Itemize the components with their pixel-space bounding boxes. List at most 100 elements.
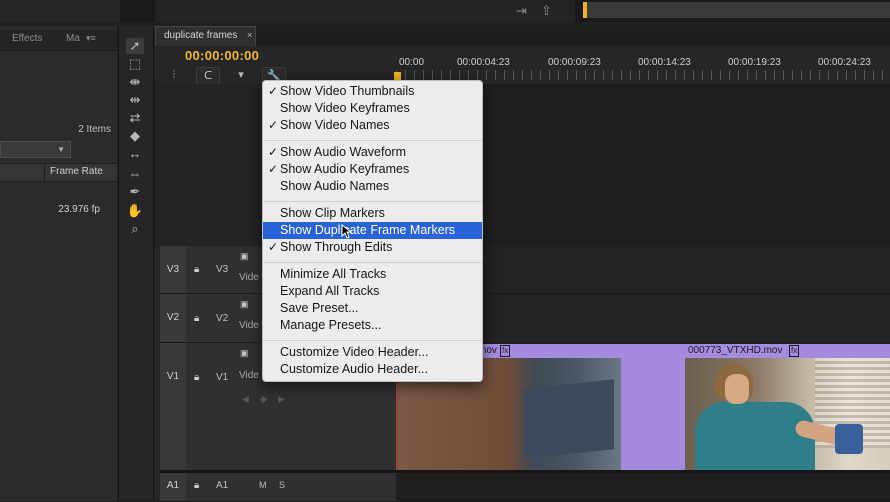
ruler-label: 00:00:04:23 <box>457 57 510 68</box>
source-patch-v3[interactable]: V3 <box>160 246 186 293</box>
ruler-label: 00:00:19:23 <box>728 57 781 68</box>
menu-separator <box>263 262 482 263</box>
menu-item-show-clip-markers[interactable]: Show Clip Markers <box>263 205 482 222</box>
timeline-display-settings-menu: ✓ Show Video Thumbnails Show Video Keyfra… <box>262 80 483 382</box>
track-name: A1 <box>216 480 229 491</box>
pen-tool-icon[interactable]: ✒ <box>126 184 144 200</box>
clip-2[interactable]: 000773_VTXHD.mov fx <box>685 344 890 470</box>
lock-icon[interactable]: 🔒︎ <box>194 264 199 275</box>
toggle-output-icon[interactable]: ▣ <box>240 348 249 359</box>
top-left-block <box>0 0 120 22</box>
insert-sequence-icon[interactable]: ⫶ <box>163 67 185 83</box>
fx-badge[interactable]: fx <box>789 345 800 357</box>
items-count: 2 Items <box>78 124 111 135</box>
checkmark-icon: ✓ <box>267 162 279 176</box>
fx-badge[interactable]: fx <box>500 345 511 357</box>
tab-effects[interactable]: Effects <box>12 33 42 44</box>
menu-item-save-preset[interactable]: Save Preset... <box>263 300 482 317</box>
bin-dropdown[interactable]: ▼ <box>0 141 71 158</box>
toggle-output-icon[interactable]: ▣ <box>240 251 249 262</box>
program-mini-ruler[interactable] <box>583 2 890 18</box>
top-mid-block <box>155 0 575 22</box>
menu-item-show-audio-keyframes[interactable]: ✓ Show Audio Keyframes <box>263 161 482 178</box>
menu-item-show-video-thumbnails[interactable]: ✓ Show Video Thumbnails <box>263 83 482 100</box>
razor-tool-icon[interactable]: ◆ <box>126 128 144 144</box>
checkmark-icon: ✓ <box>267 118 279 132</box>
ripple-edit-tool-icon[interactable]: ⇼ <box>126 74 144 90</box>
clip-gap-marker[interactable] <box>621 344 685 470</box>
add-marker-icon[interactable]: ▾ <box>230 67 252 83</box>
lock-icon[interactable]: 🔒︎ <box>194 313 199 324</box>
menu-item-show-audio-waveform[interactable]: ✓ Show Audio Waveform <box>263 144 482 161</box>
menu-item-minimize-all-tracks[interactable]: Minimize All Tracks <box>263 266 482 283</box>
thumbnail-cloth <box>835 424 863 454</box>
thumbnail-person <box>695 402 815 470</box>
share-icon[interactable]: ⇧ <box>541 3 552 19</box>
menu-item-show-duplicate-frame-markers[interactable]: Show Duplicate Frame Markers <box>263 222 482 239</box>
track-name: V1 <box>216 372 229 383</box>
sequence-tab-label: duplicate frames <box>164 30 238 41</box>
patch-label: V1 <box>166 371 180 382</box>
menu-separator <box>263 201 482 202</box>
slip-tool-icon[interactable]: ↔ <box>126 146 144 162</box>
program-playhead[interactable] <box>583 2 587 18</box>
panel-menu-icon[interactable]: ▾≡ <box>86 33 96 44</box>
tab-markers[interactable]: Ma <box>66 33 80 44</box>
clip-thumbnail-detail <box>524 379 614 459</box>
menu-item-manage-presets[interactable]: Manage Presets... <box>263 317 482 334</box>
rolling-edit-tool-icon[interactable]: ⇹ <box>126 92 144 108</box>
menu-item-show-audio-names[interactable]: Show Audio Names <box>263 178 482 195</box>
menu-item-customize-audio-header[interactable]: Customize Audio Header... <box>263 361 482 378</box>
ruler-ticks <box>396 70 890 80</box>
tools-panel: ➚ ⬚ ⇼ ⇹ ⇄ ◆ ↔ ⇔ ✒ ✋ ⌕ <box>118 26 154 501</box>
timeline-tabbar <box>155 26 890 46</box>
track-select-tool-icon[interactable]: ⬚ <box>126 56 144 72</box>
zoom-tool-icon[interactable]: ⌕ <box>126 221 144 237</box>
menu-item-expand-all-tracks[interactable]: Expand All Tracks <box>263 283 482 300</box>
chevron-down-icon: ▼ <box>57 145 65 154</box>
snap-icon[interactable]: ᑕ <box>196 67 220 85</box>
selection-tool-icon[interactable]: ➚ <box>126 38 144 54</box>
playhead-timecode[interactable]: 00:00:00:00 <box>185 48 259 63</box>
menu-item-customize-video-header[interactable]: Customize Video Header... <box>263 344 482 361</box>
add-keyframe-icon[interactable]: ◆ <box>260 394 267 405</box>
export-frame-icon[interactable]: ⇥ <box>516 3 527 19</box>
thumbnail-face <box>725 374 749 404</box>
menu-separator <box>263 340 482 341</box>
checkmark-icon: ✓ <box>267 240 279 254</box>
patch-label: V3 <box>166 264 180 275</box>
source-patch-v1[interactable]: V1 <box>160 343 186 470</box>
toggle-output-icon[interactable]: ▣ <box>240 299 249 310</box>
checkmark-icon: ✓ <box>267 145 279 159</box>
hand-tool-icon[interactable]: ✋ <box>126 203 144 219</box>
lock-icon[interactable]: 🔒︎ <box>194 480 199 491</box>
rate-stretch-tool-icon[interactable]: ⇄ <box>126 110 144 126</box>
checkmark-icon: ✓ <box>267 84 279 98</box>
track-label: Vide <box>239 272 259 283</box>
prev-keyframe-icon[interactable]: ◀ <box>242 394 249 405</box>
slide-tool-icon[interactable]: ⇔ <box>126 166 144 182</box>
frame-rate-column-header[interactable]: Frame Rate <box>50 166 103 177</box>
frame-rate-value: 23.976 fp <box>58 204 100 215</box>
mute-button[interactable]: M <box>259 480 267 490</box>
source-patch-a1[interactable]: A1 <box>160 473 186 501</box>
menu-item-show-video-names[interactable]: ✓ Show Video Names <box>263 117 482 134</box>
source-patch-v2[interactable]: V2 <box>160 294 186 342</box>
track-name: V3 <box>216 264 229 275</box>
track-row-a1[interactable] <box>396 473 890 502</box>
column-header[interactable]: Frame Rate <box>0 163 117 182</box>
next-keyframe-icon[interactable]: ▶ <box>278 394 285 405</box>
patch-label: V2 <box>166 312 180 323</box>
track-label: Vide <box>239 370 259 381</box>
ruler-label: 00:00:09:23 <box>548 57 601 68</box>
ruler-label: 00:00:24:23 <box>818 57 871 68</box>
clip-name: 000773_VTXHD.mov <box>688 345 783 356</box>
lock-icon[interactable]: 🔒︎ <box>194 372 199 383</box>
ruler-label: 00:00:14:23 <box>638 57 691 68</box>
patch-label: A1 <box>166 480 180 491</box>
close-icon[interactable]: × <box>247 30 252 40</box>
tab-duplicate-frames[interactable]: duplicate frames × <box>155 26 256 46</box>
menu-item-show-through-edits[interactable]: ✓ Show Through Edits <box>263 239 482 256</box>
menu-item-show-video-keyframes[interactable]: Show Video Keyframes <box>263 100 482 117</box>
solo-button[interactable]: S <box>279 480 285 490</box>
